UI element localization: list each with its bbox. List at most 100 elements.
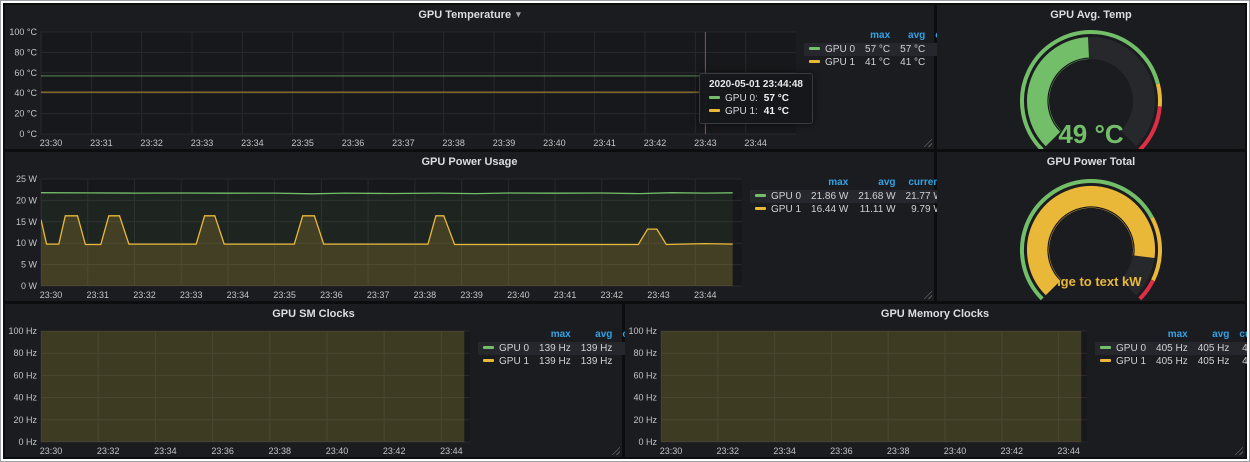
svg-text:23:36: 23:36 [830, 446, 853, 456]
svg-text:23:31: 23:31 [90, 138, 113, 148]
legend-header-avg[interactable]: avg [853, 176, 900, 190]
panel-gpu-sm-clocks: GPU SM Clocks 0 Hz20 Hz40 Hz60 Hz80 Hz10… [5, 304, 622, 457]
panel-title-gpu-sm-clocks[interactable]: GPU SM Clocks [5, 304, 622, 324]
series-color-swatch[interactable] [483, 346, 494, 349]
series-color-swatch [709, 109, 720, 112]
legend-value: 405 Hz [1193, 342, 1235, 355]
panel-menu-caret-icon[interactable]: ▾ [516, 9, 521, 20]
svg-text:23:31: 23:31 [86, 290, 109, 300]
svg-text:23:36: 23:36 [342, 138, 365, 148]
power-usage-legend: maxavgcurrentGPU 021.86 W21.68 W21.77 WG… [750, 176, 928, 216]
svg-text:23:35: 23:35 [273, 290, 296, 300]
series-color-swatch[interactable] [1100, 359, 1111, 362]
legend-series-name[interactable]: GPU 0 [825, 44, 855, 55]
power-usage-chart[interactable]: 0 W5 W10 W15 W20 W25 W23:3023:3123:3223:… [5, 172, 750, 301]
legend-value: 11.11 W [853, 203, 900, 216]
gauge-value-text: range to text kW [1040, 274, 1142, 289]
tooltip-series-value: 57 °C [764, 93, 789, 104]
legend-value: 41 °C [860, 56, 895, 69]
temperature-chart[interactable]: 0 °C20 °C40 °C60 °C80 °C100 °C23:3023:31… [5, 25, 804, 149]
svg-text:100 Hz: 100 Hz [628, 326, 657, 336]
panel-title-gpu-memory-clocks[interactable]: GPU Memory Clocks [625, 304, 1245, 324]
legend-series-name[interactable]: GPU 0 [1116, 343, 1146, 354]
svg-text:23:39: 23:39 [493, 138, 516, 148]
series-color-swatch[interactable] [1100, 346, 1111, 349]
legend-row: GPU 021.86 W21.68 W21.77 W [750, 190, 948, 203]
legend-value: 57 °C [895, 43, 930, 56]
legend-value: 405 Hz [1234, 355, 1247, 368]
svg-text:15 W: 15 W [16, 217, 38, 227]
legend-series-name[interactable]: GPU 1 [499, 356, 529, 367]
memory-clocks-chart[interactable]: 0 Hz20 Hz40 Hz60 Hz80 Hz100 Hz23:3023:32… [625, 324, 1095, 457]
series-color-swatch[interactable] [755, 207, 766, 210]
legend-header-max[interactable]: max [1151, 328, 1193, 342]
svg-text:80 Hz: 80 Hz [633, 348, 657, 358]
series-color-swatch [709, 96, 720, 99]
panel-title-gpu-temperature[interactable]: GPU Temperature▾ [5, 5, 934, 25]
svg-text:60 °C: 60 °C [14, 68, 37, 78]
svg-text:80 °C: 80 °C [14, 47, 37, 57]
panel-gpu-power-usage: GPU Power Usage 0 W5 W10 W15 W20 W25 W23… [5, 152, 934, 301]
svg-text:23:42: 23:42 [601, 290, 624, 300]
graph-tooltip: 2020-05-01 23:44:48 GPU 0:57 °C GPU 1:41… [699, 73, 813, 124]
svg-text:23:40: 23:40 [507, 290, 530, 300]
svg-text:23:38: 23:38 [269, 446, 292, 456]
svg-text:23:41: 23:41 [593, 138, 616, 148]
panel-title-text: GPU Memory Clocks [881, 308, 989, 320]
tooltip-row: GPU 1:41 °C [709, 106, 803, 117]
svg-text:5 W: 5 W [21, 260, 38, 270]
panel-gpu-power-total: GPU Power Total range to text kW [937, 152, 1245, 301]
svg-text:23:44: 23:44 [744, 138, 767, 148]
legend-value: 405 Hz [1151, 355, 1193, 368]
legend-series-name[interactable]: GPU 0 [771, 191, 801, 202]
svg-text:23:32: 23:32 [140, 138, 163, 148]
sm-clocks-chart[interactable]: 0 Hz20 Hz40 Hz60 Hz80 Hz100 Hz23:3023:32… [5, 324, 478, 457]
svg-text:23:39: 23:39 [460, 290, 483, 300]
svg-text:23:42: 23:42 [383, 446, 406, 456]
svg-text:23:37: 23:37 [367, 290, 390, 300]
svg-text:40 °C: 40 °C [14, 88, 37, 98]
legend-series-name[interactable]: GPU 1 [1116, 356, 1146, 367]
svg-text:23:40: 23:40 [326, 446, 349, 456]
memory-clocks-legend: maxavgcurrentGPU 0405 Hz405 Hz405 HzGPU … [1095, 328, 1239, 368]
legend-series-name[interactable]: GPU 1 [771, 204, 801, 215]
svg-text:23:34: 23:34 [227, 290, 250, 300]
svg-text:23:42: 23:42 [1001, 446, 1024, 456]
legend-value: 139 Hz [534, 355, 576, 368]
legend-header-max[interactable]: max [806, 176, 853, 190]
svg-text:0 °C: 0 °C [19, 129, 37, 139]
svg-text:23:44: 23:44 [694, 290, 717, 300]
svg-text:0 Hz: 0 Hz [18, 437, 37, 447]
sm-clocks-legend: maxavgcurrentGPU 0139 Hz139 Hz139 HzGPU … [478, 328, 616, 368]
legend-header-avg[interactable]: avg [576, 328, 618, 342]
legend-header-current[interactable]: current [1234, 328, 1247, 342]
legend-header-avg[interactable]: avg [1193, 328, 1235, 342]
series-color-swatch[interactable] [755, 194, 766, 197]
legend-row: GPU 0405 Hz405 Hz405 Hz [1095, 342, 1247, 355]
screenshot-frame: GPU Temperature▾ 0 °C20 °C40 °C60 °C80 °… [0, 0, 1250, 462]
panel-title-gpu-avg-temp[interactable]: GPU Avg. Temp [937, 5, 1245, 25]
legend-series-name[interactable]: GPU 0 [499, 343, 529, 354]
svg-text:23:32: 23:32 [97, 446, 120, 456]
series-color-swatch[interactable] [483, 359, 494, 362]
panel-title-text: GPU Power Usage [422, 156, 518, 168]
tooltip-series-label: GPU 1: [725, 106, 758, 117]
tooltip-timestamp: 2020-05-01 23:44:48 [709, 79, 803, 90]
legend-value: 41 °C [895, 56, 930, 69]
panel-title-gpu-power-total[interactable]: GPU Power Total [937, 152, 1245, 172]
svg-text:23:36: 23:36 [211, 446, 234, 456]
svg-text:23:43: 23:43 [694, 138, 717, 148]
legend-series-name[interactable]: GPU 1 [825, 57, 855, 68]
legend-header-max[interactable]: max [534, 328, 576, 342]
svg-text:10 W: 10 W [16, 238, 38, 248]
series-color-swatch[interactable] [809, 47, 820, 50]
legend-value: 139 Hz [576, 355, 618, 368]
svg-text:60 Hz: 60 Hz [633, 370, 657, 380]
legend-header-max[interactable]: max [860, 29, 895, 43]
panel-title-gpu-power-usage[interactable]: GPU Power Usage [5, 152, 934, 172]
legend-header-avg[interactable]: avg [895, 29, 930, 43]
svg-text:23:30: 23:30 [660, 446, 683, 456]
series-color-swatch[interactable] [809, 60, 820, 63]
panel-gpu-memory-clocks: GPU Memory Clocks 0 Hz20 Hz40 Hz60 Hz80 … [625, 304, 1245, 457]
svg-text:23:43: 23:43 [647, 290, 670, 300]
